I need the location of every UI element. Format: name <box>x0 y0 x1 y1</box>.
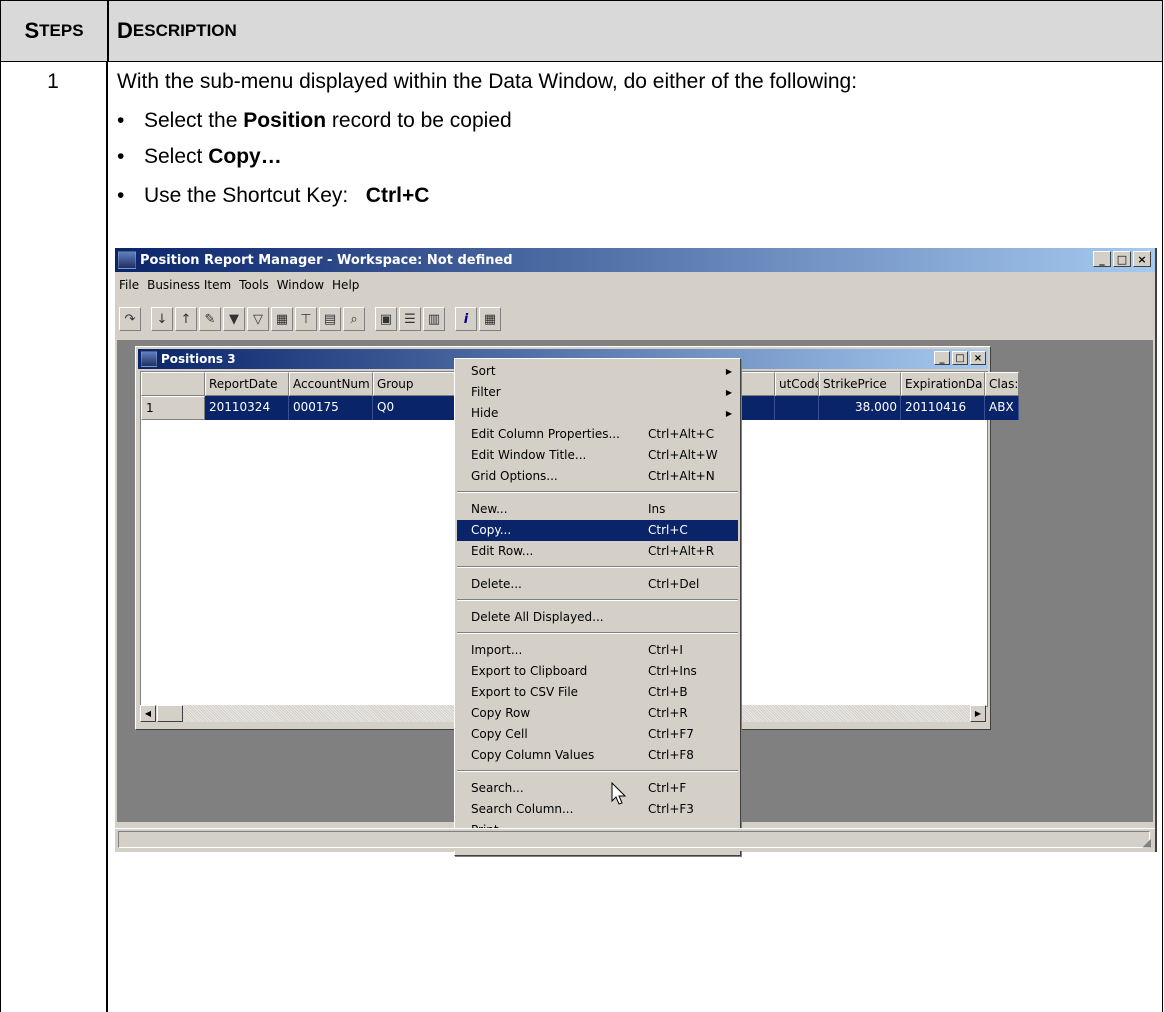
steps-header: S TEPS <box>1 1 109 61</box>
table-header-row: S TEPS D ESCRIPTION <box>0 0 1163 62</box>
header-reportdate[interactable]: ReportDate <box>205 372 289 396</box>
resize-grip-icon[interactable]: ◢ <box>1143 836 1151 849</box>
column-divider <box>106 62 108 1012</box>
refresh-icon[interactable]: ↷ <box>119 307 141 331</box>
context-menu: Sort ▶ Filter ▶ Hide ▶ Edit Column Properti… <box>454 358 741 856</box>
menu-item-search-column[interactable]: Search Column... Ctrl+F3 <box>457 799 738 820</box>
filter-edit-icon[interactable]: ▽ <box>247 307 269 331</box>
menu-tools[interactable]: Tools <box>235 278 273 292</box>
header-strikeprice[interactable]: StrikePrice <box>819 372 901 396</box>
layout-horizontal-icon[interactable]: ☰ <box>399 307 421 331</box>
info-icon[interactable]: i <box>455 307 477 331</box>
header-utcode[interactable]: utCode <box>775 372 819 396</box>
menu-item-edit-window-title[interactable]: Edit Window Title... Ctrl+Alt+W <box>457 445 738 466</box>
scroll-left-icon[interactable]: ◀ <box>140 705 156 722</box>
mouse-pointer-icon <box>611 782 627 805</box>
menu-separator <box>457 770 738 772</box>
menu-item-delete-all-displayed[interactable]: Delete All Displayed... <box>457 607 738 628</box>
positions-title: Positions 3 <box>161 352 236 366</box>
step-number: 1 <box>47 70 59 93</box>
menu-item-new[interactable]: New... Ins <box>457 499 738 520</box>
menu-help[interactable]: Help <box>328 278 363 292</box>
sort-desc-icon[interactable]: ↑ <box>175 307 197 331</box>
scroll-thumb[interactable] <box>157 705 183 722</box>
menu-separator <box>457 632 738 634</box>
menu-item-edit-column-properties[interactable]: Edit Column Properties... Ctrl+Alt+C <box>457 424 738 445</box>
cell-reportdate[interactable]: 20110324 <box>205 396 289 420</box>
child-minimize-button[interactable]: _ <box>934 351 950 365</box>
menu-bar: File Business Item Tools Window Help <box>115 274 363 296</box>
app-titlebar: Position Report Manager - Workspace: Not… <box>115 248 1155 272</box>
menu-item-hide[interactable]: Hide ▶ <box>457 403 738 424</box>
child-close-button[interactable]: × <box>970 351 986 365</box>
menu-item-copy-row[interactable]: Copy Row Ctrl+R <box>457 703 738 724</box>
maximize-button[interactable]: □ <box>1113 251 1131 267</box>
header-group[interactable]: Group <box>373 372 457 396</box>
bullet-shortcut-key: • Use the Shortcut Key: Ctrl+C <box>117 184 430 207</box>
grid-icon[interactable]: ▦ <box>271 307 293 331</box>
sort-asc-icon[interactable]: ↓ <box>151 307 173 331</box>
header-corner[interactable] <box>141 372 205 396</box>
cell-class[interactable]: ABX <box>985 396 1019 420</box>
columns-icon[interactable]: ▦ <box>479 307 501 331</box>
menu-separator <box>457 491 738 493</box>
submenu-arrow-icon: ▶ <box>725 388 732 397</box>
bullet-select-copy: • Select Copy… <box>117 145 282 168</box>
menu-file[interactable]: File <box>115 278 143 292</box>
child-maximize-button[interactable]: □ <box>952 351 968 365</box>
toolbar: ↷ ↓ ↑ ✎ ▼ ▽ ▦ ⊤ ▤ ⌕ ▣ ☰ ▥ i ▦ <box>119 302 501 336</box>
layout-vertical-icon[interactable]: ▥ <box>423 307 445 331</box>
print-icon[interactable]: ▤ <box>319 307 341 331</box>
header-accountnum[interactable]: AccountNum <box>289 372 373 396</box>
scroll-right-icon[interactable]: ▶ <box>970 705 986 722</box>
cell-group[interactable]: Q0 <box>373 396 457 420</box>
submenu-arrow-icon: ▶ <box>725 367 732 376</box>
menu-item-sort[interactable]: Sort ▶ <box>457 361 738 382</box>
layout-cascade-icon[interactable]: ▣ <box>375 307 397 331</box>
child-window-controls: _ □ × <box>934 351 986 365</box>
menu-item-copy-column-values[interactable]: Copy Column Values Ctrl+F8 <box>457 745 738 766</box>
menu-item-copy[interactable]: Copy... Ctrl+C <box>457 520 738 541</box>
cell-expiration[interactable]: 20110416 <box>901 396 985 420</box>
header-expiration[interactable]: ExpirationDa <box>901 372 985 396</box>
app-title: Position Report Manager - Workspace: Not… <box>140 252 513 268</box>
menu-item-delete[interactable]: Delete... Ctrl+Del <box>457 574 738 595</box>
menu-separator <box>457 599 738 601</box>
status-panel <box>118 831 1150 848</box>
menu-item-import[interactable]: Import... Ctrl+I <box>457 640 738 661</box>
submenu-arrow-icon: ▶ <box>725 409 732 418</box>
menu-business-item[interactable]: Business Item <box>143 278 235 292</box>
pin-icon[interactable]: ⊤ <box>295 307 317 331</box>
menu-separator <box>457 566 738 568</box>
minimize-button[interactable]: _ <box>1093 251 1111 267</box>
menu-item-copy-cell[interactable]: Copy Cell Ctrl+F7 <box>457 724 738 745</box>
description-header: D ESCRIPTION <box>117 18 237 43</box>
menu-item-search[interactable]: Search... Ctrl+F <box>457 778 738 799</box>
bullet-select-position: • Select the Position record to be copied <box>117 109 512 132</box>
menu-item-export-csv[interactable]: Export to CSV File Ctrl+B <box>457 682 738 703</box>
cell-accountnum[interactable]: 000175 <box>289 396 373 420</box>
app-icon <box>118 251 136 269</box>
menu-window[interactable]: Window <box>273 278 328 292</box>
find-icon[interactable]: ⌕ <box>343 307 365 331</box>
status-bar: ◢ <box>115 828 1155 851</box>
menu-item-grid-options[interactable]: Grid Options... Ctrl+Alt+N <box>457 466 738 487</box>
filter-icon[interactable]: ▼ <box>223 307 245 331</box>
sort-custom-icon[interactable]: ✎ <box>199 307 221 331</box>
cell-utcode[interactable] <box>775 396 819 420</box>
cell-strikeprice[interactable]: 38.000 <box>819 396 901 420</box>
menu-item-export-clipboard[interactable]: Export to Clipboard Ctrl+Ins <box>457 661 738 682</box>
header-class[interactable]: Clas: <box>985 372 1019 396</box>
close-button[interactable]: × <box>1133 251 1151 267</box>
menu-item-filter[interactable]: Filter ▶ <box>457 382 738 403</box>
row-number[interactable]: 1 <box>141 396 205 420</box>
window-controls: _ □ × <box>1093 251 1151 267</box>
window-icon <box>141 351 157 367</box>
step-intro-text: With the sub-menu displayed within the D… <box>117 70 858 93</box>
app-window: Position Report Manager - Workspace: Not… <box>115 248 1157 856</box>
menu-item-edit-row[interactable]: Edit Row... Ctrl+Alt+R <box>457 541 738 562</box>
